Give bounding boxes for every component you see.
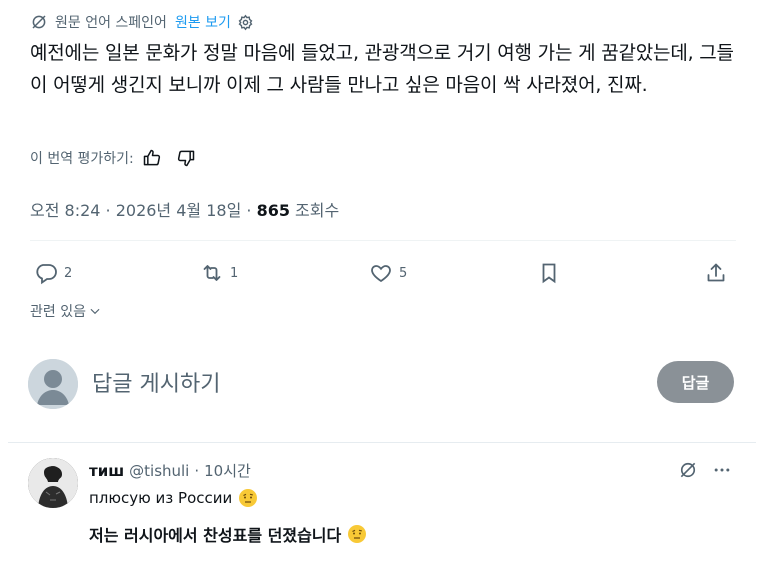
separator-dot: · (194, 461, 200, 480)
reply-action[interactable]: 2 (34, 256, 72, 290)
raised-eyebrow-emoji-icon (238, 488, 258, 508)
repost-action[interactable]: 1 (200, 256, 238, 290)
translation-header: 원문 언어 스페인어 원본 보기 (30, 11, 254, 33)
chevron-down-icon (88, 304, 102, 318)
reply-line-2: 저는 러시아에서 찬성표를 던졌습니다 (89, 526, 342, 545)
like-count: 5 (399, 265, 408, 281)
reply-input[interactable]: 답글 게시하기 (92, 366, 220, 398)
views-count: 865 (256, 201, 290, 220)
rate-translation-label: 이 번역 평가하기: (30, 151, 134, 167)
bookmark-icon (537, 261, 561, 285)
reply-submit-button[interactable]: 답글 (657, 361, 734, 403)
gear-icon[interactable] (237, 14, 254, 31)
reply-text-translated: 저는 러시아에서 찬성표를 던졌습니다 (89, 522, 367, 546)
translation-label: 원문 언어 스페인어 (55, 15, 167, 31)
reply-avatar[interactable] (28, 458, 78, 508)
share-action[interactable] (704, 256, 728, 290)
more-options-icon[interactable] (712, 460, 732, 480)
translate-icon (30, 13, 48, 31)
rate-translation: 이 번역 평가하기: (30, 146, 196, 170)
related-label: 관련 있음 (30, 304, 86, 320)
reply-header: тиш @tishuli · 10시간 (89, 460, 251, 481)
related-toggle[interactable]: 관련 있음 (30, 301, 102, 321)
repost-icon (200, 261, 224, 285)
raised-eyebrow-emoji-icon (347, 524, 367, 544)
divider (8, 442, 756, 443)
reply-line-1: плюсую из России (89, 489, 233, 507)
reply-author-handle[interactable]: @tishuli (129, 462, 189, 480)
heart-icon (369, 261, 393, 285)
reply-icon (34, 261, 58, 285)
share-icon (704, 261, 728, 285)
views-label: 조회수 (289, 201, 340, 220)
tweet-meta: 오전 8:24 · 2026년 4월 18일 · 865 조회수 (30, 197, 339, 221)
view-original-link[interactable]: 원본 보기 (175, 12, 231, 32)
reply-time[interactable]: 10시간 (204, 460, 251, 481)
action-bar: 2 1 5 (30, 256, 736, 290)
reply-count: 2 (64, 265, 73, 281)
reply-tools (678, 460, 732, 480)
like-action[interactable]: 5 (369, 256, 407, 290)
bookmark-action[interactable] (537, 256, 561, 290)
repost-count: 1 (230, 265, 239, 281)
thumbs-up-icon[interactable] (142, 148, 162, 168)
divider (30, 240, 736, 241)
avatar[interactable] (28, 359, 78, 409)
tweet-text: 예전에는 일본 문화가 정말 마음에 들었고, 관광객으로 거기 여행 가는 게… (30, 42, 734, 96)
reply-text-original: плюсую из России (89, 488, 258, 508)
reply-author-name[interactable]: тиш (89, 462, 124, 480)
timestamp[interactable]: 오전 8:24 · 2026년 4월 18일 · (30, 201, 257, 220)
thumbs-down-icon[interactable] (176, 148, 196, 168)
translate-icon[interactable] (678, 460, 698, 480)
